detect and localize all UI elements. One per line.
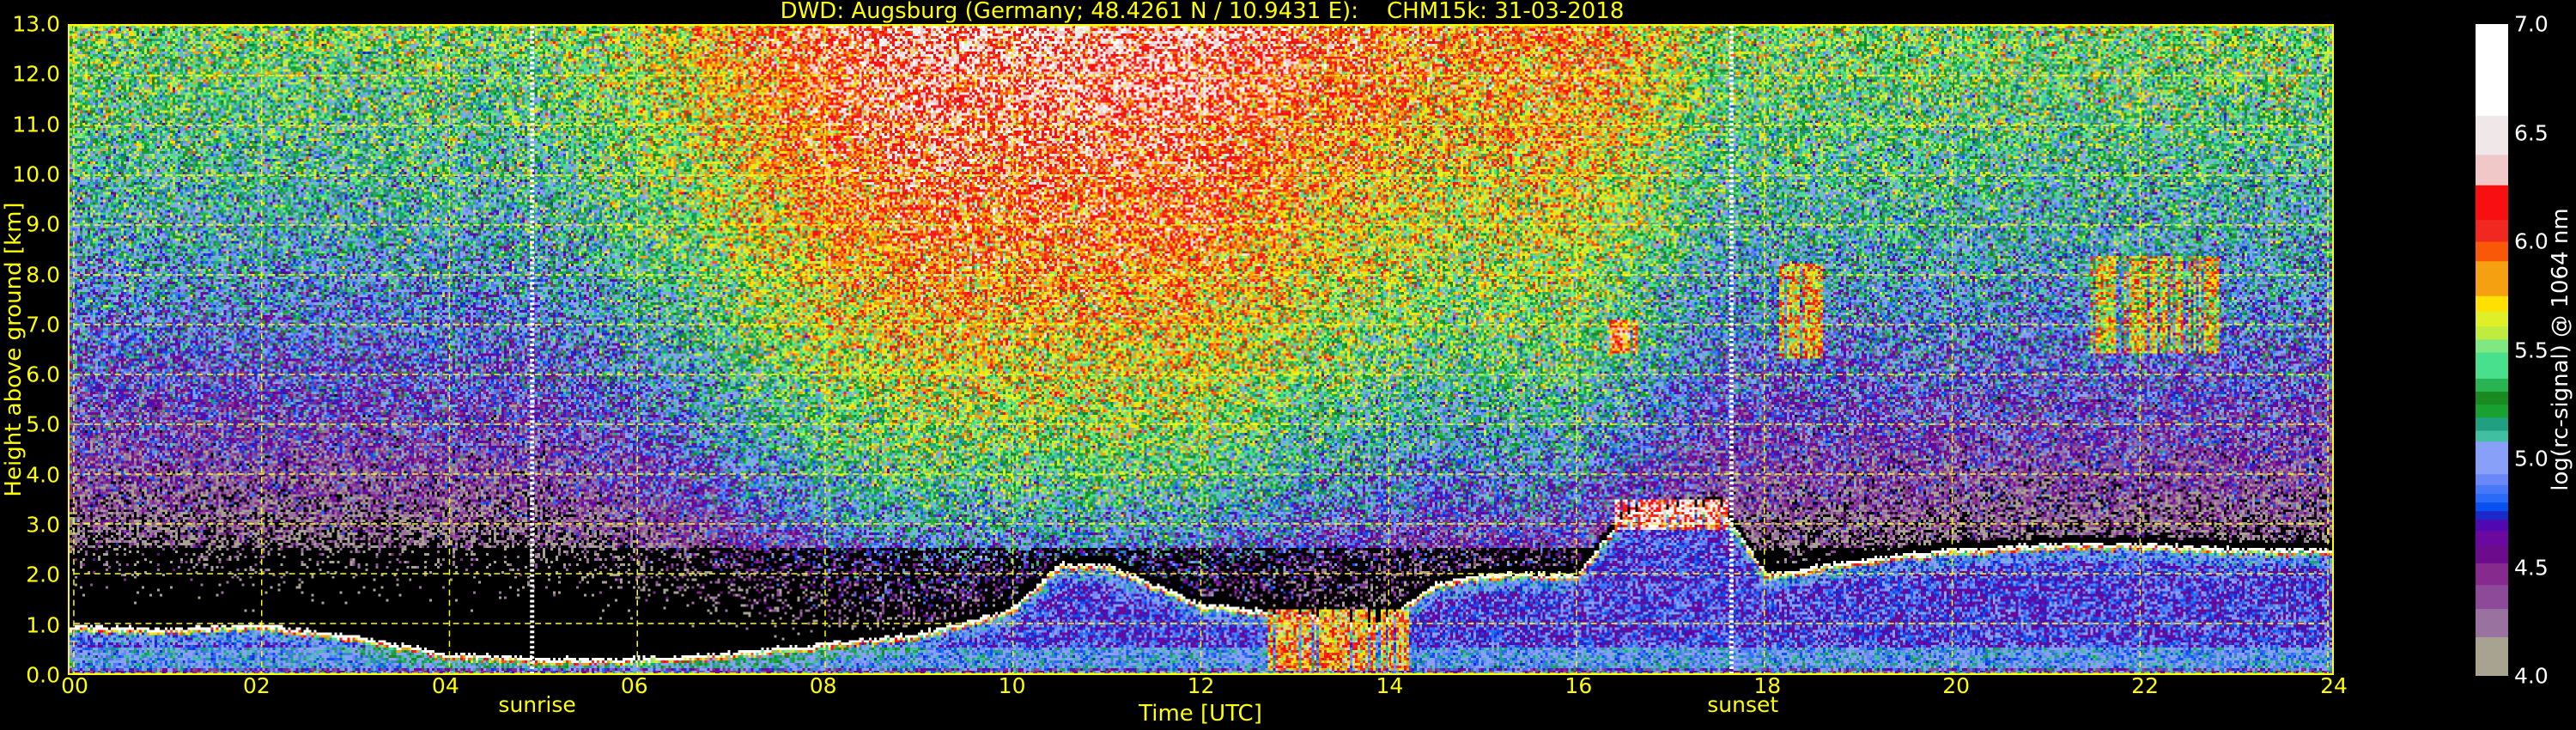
y-tick-label: 9.0: [26, 211, 60, 237]
y-tick-label: 8.0: [26, 262, 60, 288]
colorbar-segment: [2476, 260, 2508, 296]
chart-title: DWD: Augsburg (Germany; 48.4261 N / 10.9…: [780, 0, 1625, 24]
y-tick-label: 13.0: [12, 11, 60, 37]
y-tick-label: 4.0: [26, 462, 60, 488]
colorbar-tick-label: 6.5: [2514, 120, 2549, 145]
colorbar-segment: [2476, 430, 2508, 442]
sunrise-label: sunrise: [498, 692, 576, 717]
colorbar-tick-label: 5.0: [2514, 446, 2549, 471]
y-tick-label: 7.0: [26, 312, 60, 338]
x-tick-label: 00: [61, 673, 88, 698]
colorbar-segment: [2476, 563, 2508, 586]
colorbar-segment: [2476, 473, 2508, 485]
colorbar-segment: [2476, 219, 2508, 242]
colorbar-segment: [2476, 185, 2508, 221]
x-tick-label: 04: [431, 673, 459, 698]
colorbar-segment: [2476, 295, 2508, 312]
plot-area: [68, 24, 2334, 675]
colorbar-segment: [2476, 441, 2508, 475]
y-tick-label: 2.0: [26, 562, 60, 587]
colorbar-segment: [2476, 404, 2508, 418]
colorbar-segment: [2476, 493, 2508, 503]
colorbar-tick-label: 4.0: [2514, 663, 2549, 689]
y-tick-label: 1.0: [26, 612, 60, 638]
colorbar-tick-label: 6.0: [2514, 228, 2549, 254]
colorbar-segment: [2476, 510, 2508, 520]
x-tick-label: 24: [2320, 673, 2348, 698]
y-tick-label: 12.0: [12, 61, 60, 87]
x-tick-label: 14: [1376, 673, 1404, 698]
colorbar-label: log(rc-signal) @ 1064 nm: [2548, 208, 2573, 491]
grid-overlay: [73, 26, 2329, 673]
colorbar-segment: [2476, 519, 2508, 531]
y-tick-label: 0.0: [26, 662, 60, 688]
colorbar-segment: [2476, 378, 2508, 392]
colorbar-segment: [2476, 484, 2508, 494]
colorbar-segment: [2476, 154, 2508, 186]
x-tick-label: 02: [243, 673, 270, 698]
y-tick-label: 6.0: [26, 362, 60, 387]
x-tick-label: 22: [2131, 673, 2159, 698]
y-tick-label: 10.0: [12, 161, 60, 187]
y-tick-label: 3.0: [26, 512, 60, 538]
colorbar-segment: [2476, 352, 2508, 379]
colorbar-tick-label: 4.5: [2514, 555, 2549, 580]
colorbar-tick-label: 7.0: [2514, 11, 2549, 37]
x-tick-label: 20: [1942, 673, 1971, 698]
y-tick-label: 11.0: [12, 112, 60, 137]
colorbar-segment: [2476, 241, 2508, 262]
colorbar-segment: [2476, 310, 2508, 327]
x-tick-label: 08: [809, 673, 837, 698]
x-tick-label: 06: [620, 673, 648, 698]
colorbar-segment: [2476, 502, 2508, 512]
colorbar: [2476, 24, 2508, 676]
y-tick-label: 5.0: [26, 411, 60, 437]
x-tick-label: 16: [1564, 673, 1593, 698]
colorbar-segment: [2476, 584, 2508, 610]
colorbar-segment: [2476, 24, 2508, 116]
colorbar-segment: [2476, 608, 2508, 637]
y-axis-label: Height above ground [km]: [1, 202, 27, 497]
colorbar-segment: [2476, 636, 2508, 676]
colorbar-segment: [2476, 391, 2508, 405]
sunset-label: sunset: [1707, 692, 1779, 717]
x-axis-label: Time [UTC]: [1139, 701, 1262, 727]
colorbar-segment: [2476, 325, 2508, 340]
x-tick-label: 10: [998, 673, 1026, 698]
colorbar-segment: [2476, 530, 2508, 546]
colorbar-segment: [2476, 338, 2508, 353]
colorbar-segment: [2476, 115, 2508, 155]
x-tick-label: 12: [1187, 673, 1215, 698]
colorbar-tick-label: 5.5: [2514, 338, 2549, 362]
colorbar-segment: [2476, 417, 2508, 431]
colorbar-segment: [2476, 545, 2508, 563]
